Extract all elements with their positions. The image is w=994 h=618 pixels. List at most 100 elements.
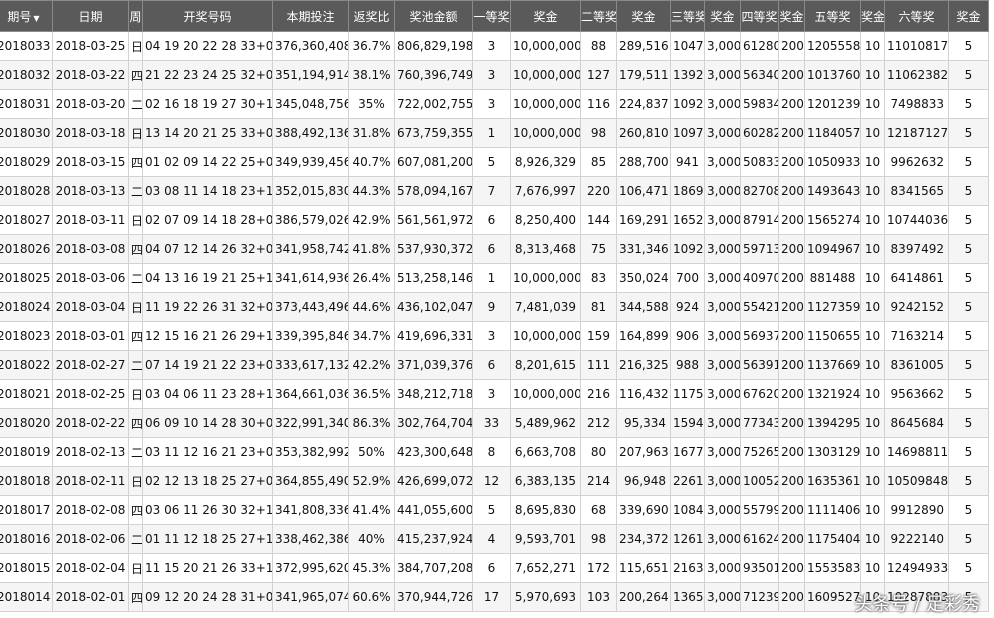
sort-down-icon[interactable]: ▼ (33, 14, 39, 23)
table-row[interactable]: 2018019 2018-02-13 二 03 11 12 16 21 23+09 35… (0, 437, 989, 467)
cell-third-count: 1175 (670, 379, 705, 409)
cell-first-count: 7 (472, 176, 511, 206)
header-fourth-prize[interactable]: 四等奖 (740, 0, 779, 32)
cell-numbers: 03 06 11 26 30 32+12 (142, 495, 273, 525)
cell-fifth-count: 1137669 (804, 350, 861, 380)
table-row[interactable]: 2018016 2018-02-06 二 01 11 12 18 25 27+16 33… (0, 524, 989, 554)
header-prize-6[interactable]: 奖金 (948, 0, 989, 32)
cell-fifth-count: 1303129 (804, 437, 861, 467)
cell-issue: 2018030 (0, 118, 53, 148)
header-prize-3[interactable]: 奖金 (704, 0, 741, 32)
table-row[interactable]: 2018020 2018-02-22 四 06 09 10 14 28 30+05 32… (0, 408, 989, 438)
cell-issue: 2018026 (0, 234, 53, 264)
cell-fourth-prize: 200 (778, 89, 805, 119)
header-weekday[interactable]: 周 (128, 0, 143, 32)
cell-bet-amount: 339,395,846 (272, 321, 349, 351)
table-row[interactable]: 2018023 2018-03-01 四 12 15 16 21 26 29+16 33… (0, 321, 989, 351)
cell-return-ratio: 38.1% (348, 60, 395, 90)
cell-first-prize: 10,000,000 (510, 263, 581, 293)
header-prize-4-label: 奖金 (779, 9, 804, 24)
table-row[interactable]: 2018025 2018-03-06 二 04 13 16 19 21 25+14 34… (0, 263, 989, 293)
header-third-prize[interactable]: 三等奖 (670, 0, 705, 32)
cell-first-count: 3 (472, 379, 511, 409)
cell-fifth-count: 1493643 (804, 176, 861, 206)
table-row[interactable]: 2018024 2018-03-04 日 11 19 22 26 31 32+02 37… (0, 292, 989, 322)
cell-numbers: 21 22 23 24 25 32+06 (142, 60, 273, 90)
cell-weekday: 二 (128, 350, 143, 380)
header-pool[interactable]: 奖池金额 (394, 0, 473, 32)
cell-weekday: 四 (128, 234, 143, 264)
header-numbers[interactable]: 开奖号码 (142, 0, 273, 32)
header-first-prize[interactable]: 一等奖 (472, 0, 511, 32)
cell-second-prize: 289,516 (616, 31, 671, 61)
table-row[interactable]: 2018017 2018-02-08 四 03 06 11 26 30 32+12 34… (0, 495, 989, 525)
cell-fifth-prize: 10 (860, 60, 885, 90)
cell-bet-amount: 376,360,408 (272, 31, 349, 61)
table-row[interactable]: 2018015 2018-02-04 日 11 15 20 21 26 33+15 37… (0, 553, 989, 583)
cell-third-prize: 3,000 (704, 147, 741, 177)
table-row[interactable]: 2018031 2018-03-20 二 02 16 18 19 27 30+14 34… (0, 89, 989, 119)
cell-third-prize: 3,000 (704, 321, 741, 351)
table-row[interactable]: 2018018 2018-02-11 日 02 12 13 18 25 27+07 36… (0, 466, 989, 496)
cell-second-count: 98 (580, 524, 617, 554)
table-row[interactable]: 2018033 2018-03-25 日 04 19 20 22 28 33+06 37… (0, 31, 989, 61)
cell-third-prize: 3,000 (704, 234, 741, 264)
table-row[interactable]: 2018027 2018-03-11 日 02 07 09 14 18 28+05 38… (0, 205, 989, 235)
cell-sixth-count: 9242152 (884, 292, 949, 322)
header-date[interactable]: 日期 (52, 0, 129, 32)
cell-pool: 513,258,146 (394, 263, 473, 293)
header-fifth-prize[interactable]: 五等奖 (804, 0, 861, 32)
cell-fourth-count: 61624 (740, 524, 779, 554)
cell-fifth-prize: 10 (860, 147, 885, 177)
table-row[interactable]: 2018026 2018-03-08 四 04 07 12 14 26 32+04 34… (0, 234, 989, 264)
header-prize-4[interactable]: 奖金 (778, 0, 805, 32)
header-return-ratio[interactable]: 返奖比 (348, 0, 395, 32)
cell-bet-amount: 333,617,132 (272, 350, 349, 380)
cell-sixth-count: 6414861 (884, 263, 949, 293)
cell-bet-amount: 351,194,914 (272, 60, 349, 90)
cell-fourth-prize: 200 (778, 234, 805, 264)
header-third-prize-label: 三等奖 (671, 9, 705, 24)
cell-second-prize: 207,963 (616, 437, 671, 467)
table-row[interactable]: 2018028 2018-03-13 二 03 08 11 14 18 23+16 35… (0, 176, 989, 206)
cell-sixth-count: 11010817 (884, 31, 949, 61)
cell-date: 2018-03-18 (52, 118, 129, 148)
header-bet-amount[interactable]: 本期投注 (272, 0, 349, 32)
cell-pool: 348,212,718 (394, 379, 473, 409)
cell-first-prize: 10,000,000 (510, 31, 581, 61)
cell-third-count: 2261 (670, 466, 705, 496)
cell-fifth-count: 881488 (804, 263, 861, 293)
cell-sixth-count: 9563662 (884, 379, 949, 409)
cell-issue: 2018019 (0, 437, 53, 467)
cell-second-prize: 288,700 (616, 147, 671, 177)
cell-numbers: 01 11 12 18 25 27+16 (142, 524, 273, 554)
header-prize-1[interactable]: 奖金 (510, 0, 581, 32)
cell-return-ratio: 36.5% (348, 379, 395, 409)
cell-first-prize: 6,383,135 (510, 466, 581, 496)
cell-second-prize: 200,264 (616, 582, 671, 612)
lottery-results-table: 期号 ▼ 日期周开奖号码 本期投注 返奖比 奖池金额 一等奖 奖金 二等奖 奖金 三等奖 奖金 四等奖奖… (0, 0, 989, 612)
table-row[interactable]: 2018029 2018-03-15 四 01 02 09 14 22 25+05 34… (0, 147, 989, 177)
table-row[interactable]: 2018021 2018-02-25 日 03 04 06 11 23 28+14 36… (0, 379, 989, 409)
cell-fourth-prize: 200 (778, 437, 805, 467)
cell-bet-amount: 322,991,340 (272, 408, 349, 438)
header-sixth-prize[interactable]: 六等奖 (884, 0, 949, 32)
cell-date: 2018-02-04 (52, 553, 129, 583)
cell-second-prize: 164,899 (616, 321, 671, 351)
table-row[interactable]: 2018014 2018-02-01 四 09 12 20 24 28 31+07 34… (0, 582, 989, 612)
cell-pool: 722,002,755 (394, 89, 473, 119)
cell-return-ratio: 86.3% (348, 408, 395, 438)
cell-third-count: 988 (670, 350, 705, 380)
header-prize-5[interactable]: 奖金 (860, 0, 885, 32)
table-body: 2018033 2018-03-25 日 04 19 20 22 28 33+06 37… (0, 31, 989, 612)
table-row[interactable]: 2018022 2018-02-27 二 07 14 19 21 22 23+03 33… (0, 350, 989, 380)
header-second-prize[interactable]: 二等奖 (580, 0, 617, 32)
header-prize-2[interactable]: 奖金 (616, 0, 671, 32)
cell-third-prize: 3,000 (704, 205, 741, 235)
header-issue[interactable]: 期号 ▼ (0, 0, 53, 32)
cell-date: 2018-02-06 (52, 524, 129, 554)
cell-third-count: 1084 (670, 495, 705, 525)
cell-sixth-prize: 5 (948, 408, 989, 438)
table-row[interactable]: 2018032 2018-03-22 四 21 22 23 24 25 32+06 35… (0, 60, 989, 90)
table-row[interactable]: 2018030 2018-03-18 日 13 14 20 21 25 33+07 38… (0, 118, 989, 148)
